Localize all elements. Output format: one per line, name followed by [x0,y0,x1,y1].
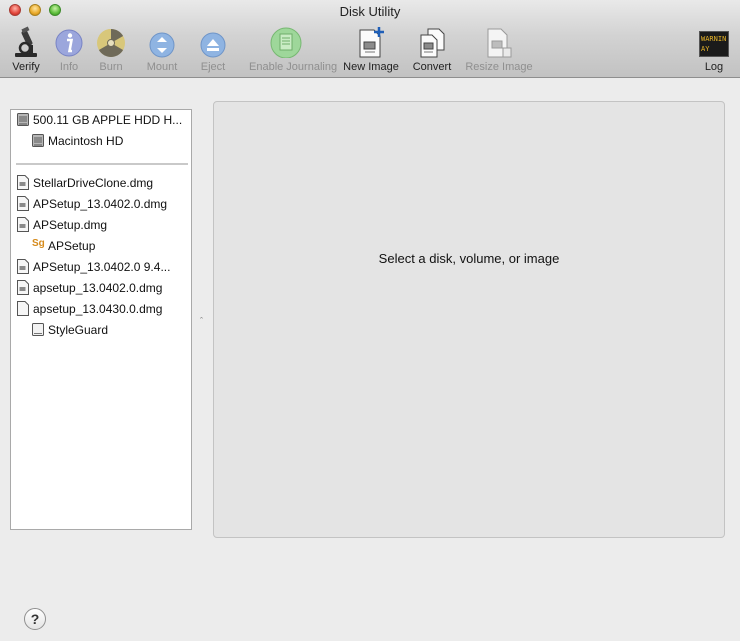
sidebar-item-label: APSetup [48,239,96,253]
disk-utility-window: Disk Utility Verify Info Burn Mount Ejec… [0,0,740,641]
disk-image-icon [17,196,29,211]
convert-label: Convert [412,61,452,73]
eject-button[interactable]: Eject [198,26,228,73]
sidebar-item-label: StellarDriveClone.dmg [33,176,154,190]
new-image-label: New Image [343,61,399,73]
resize-image-label: Resize Image [465,61,533,73]
log-icon: WARNIN AY 7:36 [699,31,729,57]
sidebar-item-label: APSetup_13.0402.0 9.4... [33,260,171,274]
convert-button[interactable]: Convert [413,26,451,73]
eject-label: Eject [200,61,226,73]
new-image-button[interactable]: New Image [343,26,399,73]
sidebar-item-label: 500.11 GB APPLE HDD H... [33,113,183,127]
enable-journaling-label: Enable Journaling [249,61,338,73]
split-view-grip[interactable]: ˆ [200,316,203,326]
log-icon-line1: WARNIN [701,35,727,43]
window-title: Disk Utility [339,4,401,19]
app-volume-badge: Sg [32,238,45,249]
new-image-icon [359,27,384,58]
convert-icon [420,28,445,58]
journal-icon [270,27,302,58]
hard-drive-icon [17,113,29,126]
detail-panel: Select a disk, volume, or image [213,101,725,538]
disk-image-icon [17,280,29,295]
sidebar-item-label: APSetup_13.0402.0.dmg [33,197,168,211]
sidebar-item-label: apsetup_13.0430.0.dmg [33,302,163,316]
eject-icon [200,32,226,58]
disk-image-icon [17,217,29,232]
disk-image-icon [17,259,29,274]
blank-image-icon [17,301,29,316]
burn-icon [97,29,125,57]
help-button[interactable]: ? [24,608,46,630]
microscope-icon [15,26,37,57]
disk-image-icon [17,175,29,190]
verify-button[interactable]: Verify [11,26,41,73]
enable-journaling-button[interactable]: Enable Journaling [249,26,337,73]
burn-button[interactable]: Burn [96,26,126,73]
info-button[interactable]: Info [54,26,84,73]
title-bar-toolbar: Disk Utility Verify Info Burn Mount Ejec… [0,0,740,78]
resize-image-button[interactable]: Resize Image [465,26,533,73]
sidebar-item-label: APSetup.dmg [33,218,108,232]
empty-selection-message: Select a disk, volume, or image [378,251,560,266]
info-icon [55,29,83,57]
log-label: Log [704,61,724,73]
sidebar-item-label: apsetup_13.0402.0.dmg [33,281,163,295]
sidebar-item-label: Macintosh HD [48,134,124,148]
volume-icon [32,134,44,147]
blank-volume-icon [32,323,44,336]
sidebar-divider [16,163,188,165]
mount-button[interactable]: Mount [147,26,177,73]
log-button[interactable]: WARNIN AY 7:36 Log [699,26,729,73]
sidebar-item-label: StyleGuard [48,323,109,337]
resize-image-icon [487,28,512,58]
log-icon-line2: AY 7:36 [701,45,718,56]
mount-icon [149,32,175,58]
app-volume-icon: Sg [32,238,46,253]
device-sidebar: 500.11 GB APPLE HDD H... Macintosh HD St… [10,109,192,530]
